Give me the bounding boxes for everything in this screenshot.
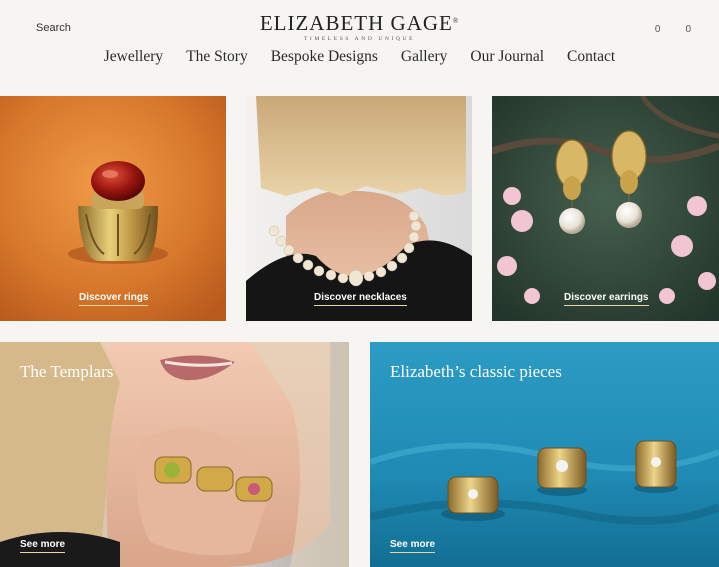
header-counters: 0 0: [655, 24, 691, 35]
templars-see-more-link[interactable]: See more: [20, 539, 66, 553]
cart-count[interactable]: 0: [685, 24, 691, 35]
tile-templars[interactable]: The Templars See more: [0, 342, 349, 567]
tile-necklaces[interactable]: Discover necklaces: [246, 96, 472, 321]
tile-rings[interactable]: Discover rings: [0, 96, 226, 321]
main-nav: Jewellery The Story Bespoke Designs Gall…: [0, 48, 719, 66]
tile-classic-pieces[interactable]: Elizabeth’s classic pieces See more: [370, 342, 719, 567]
classic-pieces-title: Elizabeth’s classic pieces: [390, 362, 562, 381]
discover-rings-link[interactable]: Discover rings: [79, 292, 149, 306]
discover-earrings-link[interactable]: Discover earrings: [564, 292, 649, 306]
earrings-image: [492, 96, 719, 321]
nav-the-story[interactable]: The Story: [186, 48, 248, 66]
logo-tagline: TIMELESS AND UNIQUE: [303, 36, 416, 42]
tile-earrings[interactable]: Discover earrings: [492, 96, 719, 321]
nav-bespoke-designs[interactable]: Bespoke Designs: [271, 48, 378, 66]
templars-title: The Templars: [20, 362, 114, 381]
site-header: Search ELIZABETH GAGE® TIMELESS AND UNIQ…: [0, 0, 719, 90]
registered-mark: ®: [452, 17, 460, 25]
discover-necklaces-link[interactable]: Discover necklaces: [314, 292, 407, 306]
necklaces-image: [246, 96, 472, 321]
rings-image: [0, 96, 226, 321]
wishlist-count[interactable]: 0: [655, 24, 661, 35]
classic-pieces-see-more-link[interactable]: See more: [390, 539, 436, 553]
nav-gallery[interactable]: Gallery: [401, 48, 447, 66]
nav-contact[interactable]: Contact: [567, 48, 615, 66]
nav-our-journal[interactable]: Our Journal: [470, 48, 544, 66]
nav-jewellery[interactable]: Jewellery: [104, 48, 163, 66]
logo-title: ELIZABETH GAGE®: [0, 12, 719, 34]
logo-title-text: ELIZABETH GAGE: [259, 11, 453, 35]
logo[interactable]: ELIZABETH GAGE® TIMELESS AND UNIQUE: [0, 12, 719, 42]
